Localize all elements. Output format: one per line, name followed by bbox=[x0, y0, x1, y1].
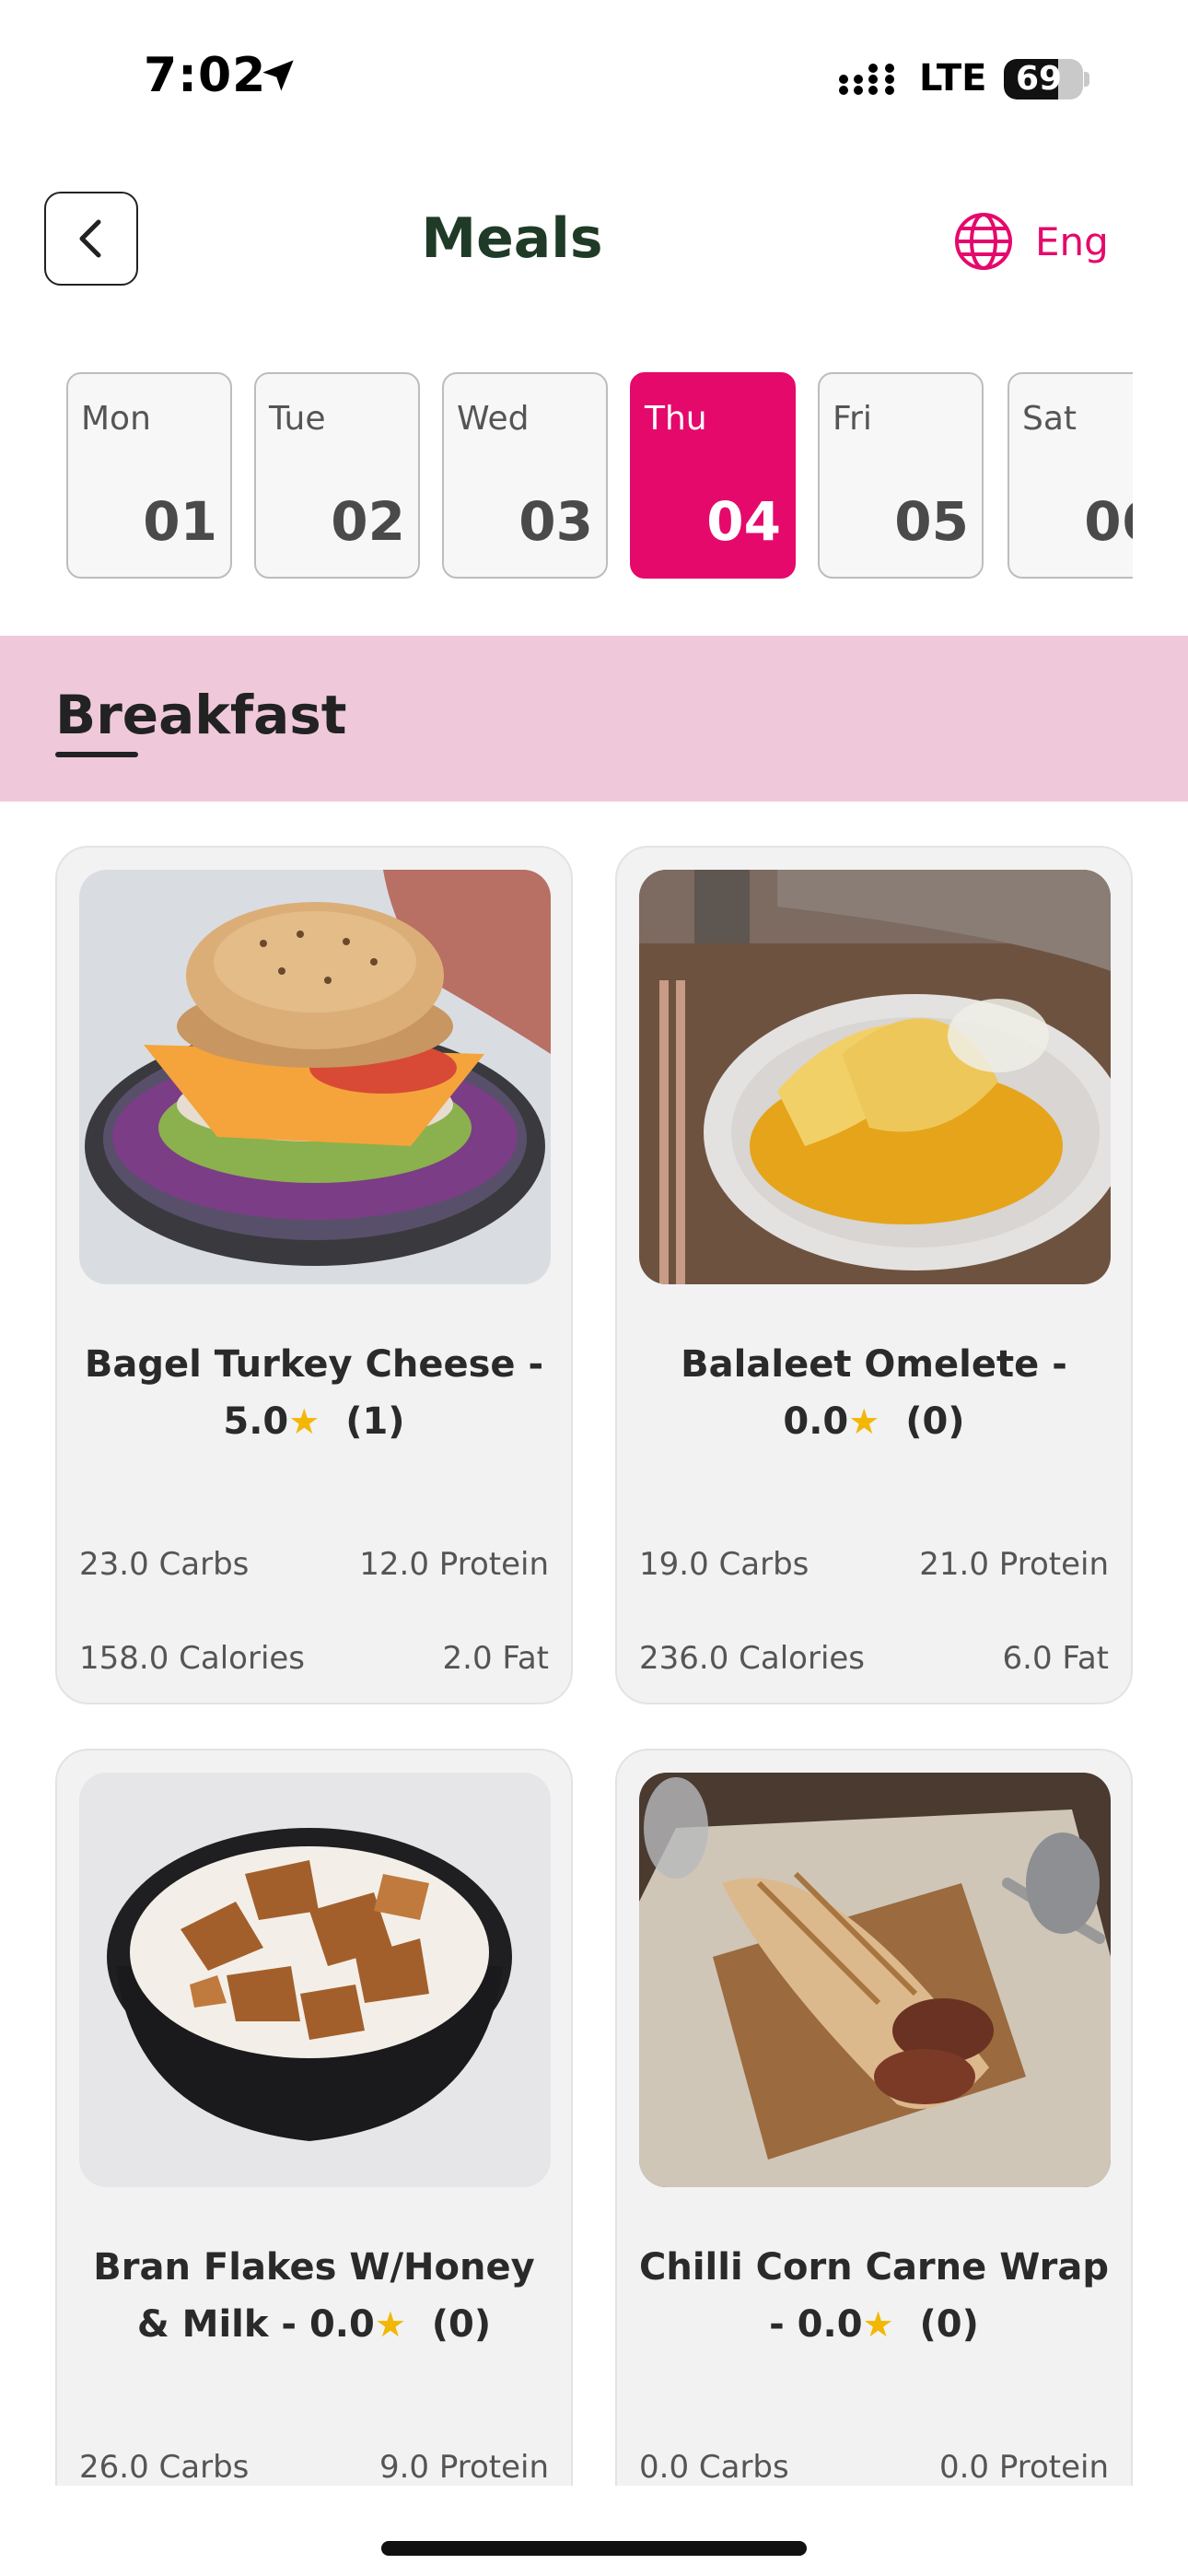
meal-reviews: (1) bbox=[345, 1400, 405, 1443]
day-number: 06 bbox=[1084, 490, 1133, 553]
calories-label: 158.0 Calories bbox=[79, 1640, 306, 1677]
star-icon: ★ bbox=[288, 1401, 320, 1442]
day-name: Sat bbox=[1022, 400, 1077, 438]
meal-image-wrap bbox=[639, 1773, 1111, 2187]
protein-label: 12.0 Protein bbox=[359, 1546, 549, 1583]
page-title: Meals bbox=[421, 206, 603, 271]
day-card[interactable]: Mon 01 bbox=[66, 372, 232, 579]
carbs-label: 23.0 Carbs bbox=[79, 1546, 250, 1583]
meal-card[interactable]: Bran Flakes W/Honey & Milk - 0.0★ (0) 26… bbox=[55, 1749, 573, 2486]
battery-cap bbox=[1084, 72, 1089, 87]
meal-image-omelette bbox=[639, 870, 1111, 1284]
protein-label: 9.0 Protein bbox=[379, 2449, 549, 2486]
status-time: 7:02 bbox=[144, 48, 267, 103]
signal-icon bbox=[839, 64, 894, 95]
calories-label: 236.0 Calories bbox=[639, 1640, 866, 1677]
meal-rating: 0.0 bbox=[783, 1400, 849, 1443]
meal-card[interactable]: Balaleet Omelete - 0.0★ (0) 19.0 Carbs 2… bbox=[615, 846, 1133, 1704]
star-icon: ★ bbox=[374, 2304, 406, 2345]
meal-name: Bagel Turkey Cheese - bbox=[84, 1343, 544, 1386]
day-number: 02 bbox=[331, 490, 405, 553]
section-title: Breakfast bbox=[55, 684, 347, 746]
meal-title: Bagel Turkey Cheese - 5.0★ (1) bbox=[76, 1336, 553, 1450]
day-card[interactable]: Fri 05 bbox=[818, 372, 984, 579]
meal-rating: 0.0 bbox=[797, 2303, 863, 2346]
location-arrow-icon bbox=[262, 60, 294, 91]
protein-label: 0.0 Protein bbox=[938, 2449, 1109, 2486]
language-switch[interactable]: Eng bbox=[952, 208, 1109, 275]
protein-label: 21.0 Protein bbox=[919, 1546, 1109, 1583]
meal-name: Balaleet Omelete - bbox=[681, 1343, 1067, 1386]
meal-rating: 5.0 bbox=[223, 1400, 289, 1443]
day-number: 03 bbox=[518, 490, 593, 553]
day-name: Fri bbox=[833, 400, 872, 438]
meal-card[interactable]: Bagel Turkey Cheese - 5.0★ (1) 23.0 Carb… bbox=[55, 846, 573, 1704]
day-name: Mon bbox=[81, 400, 151, 438]
meal-grid: Bagel Turkey Cheese - 5.0★ (1) 23.0 Carb… bbox=[0, 846, 1188, 2486]
carbs-label: 26.0 Carbs bbox=[79, 2449, 250, 2486]
day-card[interactable]: Wed 03 bbox=[442, 372, 608, 579]
day-name: Tue bbox=[269, 400, 326, 438]
meal-reviews: (0) bbox=[919, 2303, 979, 2346]
meal-image-cereal bbox=[79, 1773, 551, 2187]
battery-percent: 69 bbox=[1015, 60, 1063, 98]
meal-title: Bran Flakes W/Honey & Milk - 0.0★ (0) bbox=[76, 2239, 553, 2353]
meal-title: Chilli Corn Carne Wrap - 0.0★ (0) bbox=[635, 2239, 1112, 2353]
meal-title: Balaleet Omelete - 0.0★ (0) bbox=[635, 1336, 1112, 1450]
fat-label: 2.0 Fat bbox=[442, 1640, 549, 1677]
day-name: Wed bbox=[457, 400, 530, 438]
day-card[interactable]: Sat 06 bbox=[1007, 372, 1133, 579]
meal-card[interactable]: Chilli Corn Carne Wrap - 0.0★ (0) 0.0 Ca… bbox=[615, 1749, 1133, 2486]
day-number: 05 bbox=[894, 490, 969, 553]
section-banner: Breakfast bbox=[0, 636, 1188, 802]
day-number: 04 bbox=[706, 490, 781, 553]
status-bar: 7:02 LTE 69 bbox=[0, 0, 1188, 157]
home-indicator bbox=[381, 2541, 807, 2556]
day-card[interactable]: Tue 02 bbox=[254, 372, 420, 579]
section-underline bbox=[55, 752, 138, 757]
globe-icon bbox=[955, 213, 1012, 270]
meal-reviews: (0) bbox=[431, 2303, 492, 2346]
fat-label: 6.0 Fat bbox=[1002, 1640, 1109, 1677]
carbs-label: 0.0 Carbs bbox=[639, 2449, 789, 2486]
star-icon: ★ bbox=[862, 2304, 894, 2345]
meal-rating: 0.0 bbox=[309, 2303, 375, 2346]
day-number: 01 bbox=[143, 490, 217, 553]
star-icon: ★ bbox=[848, 1401, 880, 1442]
day-selector: Mon 01 Tue 02 Wed 03 Thu 04 Fri 05 Sat 0… bbox=[66, 372, 1133, 582]
meal-reviews: (0) bbox=[905, 1400, 965, 1443]
carbs-label: 19.0 Carbs bbox=[639, 1546, 809, 1583]
day-card-selected[interactable]: Thu 04 bbox=[630, 372, 796, 579]
battery-icon: 69 bbox=[1004, 59, 1083, 100]
language-label: Eng bbox=[1035, 218, 1109, 264]
network-label: LTE bbox=[919, 57, 987, 100]
day-name: Thu bbox=[645, 400, 707, 438]
meal-image-bagel bbox=[79, 870, 551, 1284]
